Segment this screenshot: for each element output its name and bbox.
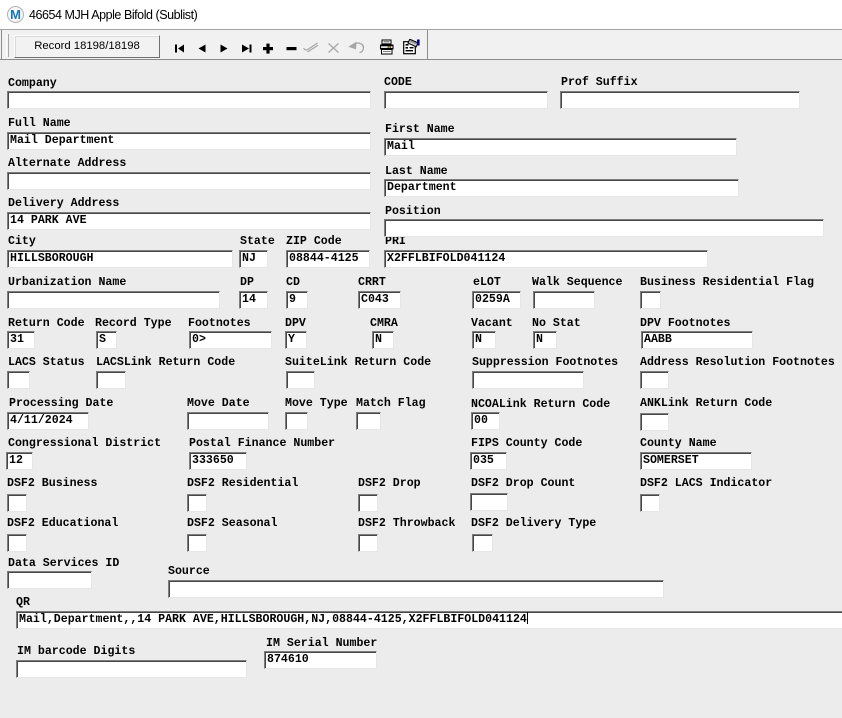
svg-text:M: M [10, 7, 21, 22]
